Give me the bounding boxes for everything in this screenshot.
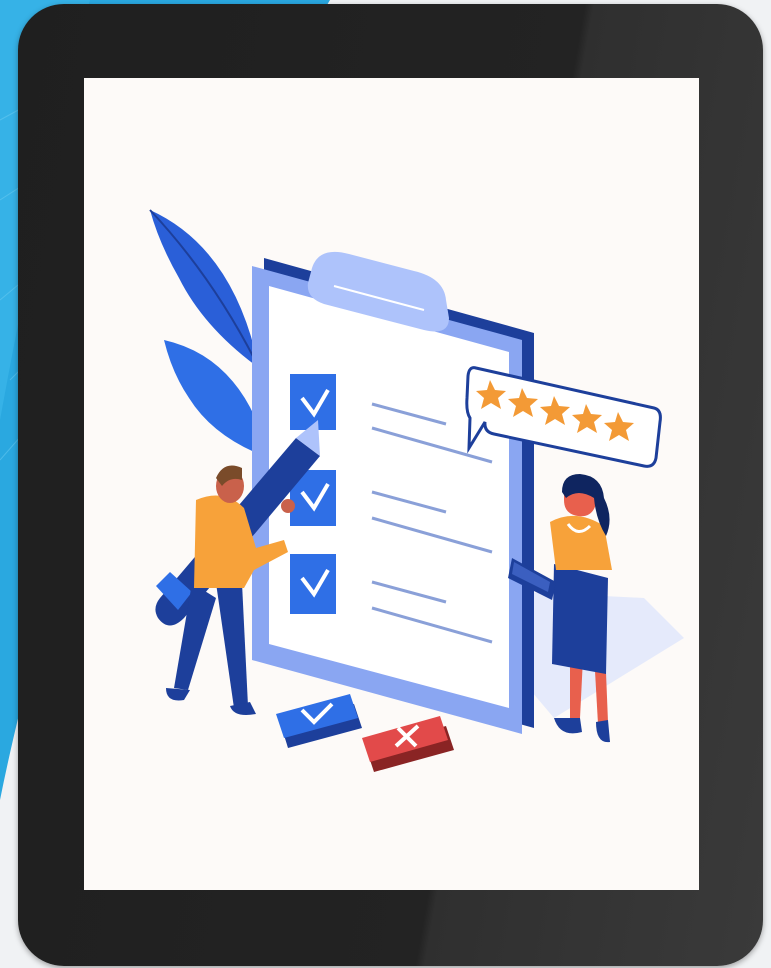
checkbox-icon (290, 554, 336, 614)
reject-button (362, 716, 454, 772)
checkbox-icon (290, 374, 336, 430)
leaf-decoration (149, 209, 269, 458)
tablet-screen (84, 78, 699, 890)
checklist-illustration (149, 209, 684, 772)
approve-button (276, 694, 362, 748)
